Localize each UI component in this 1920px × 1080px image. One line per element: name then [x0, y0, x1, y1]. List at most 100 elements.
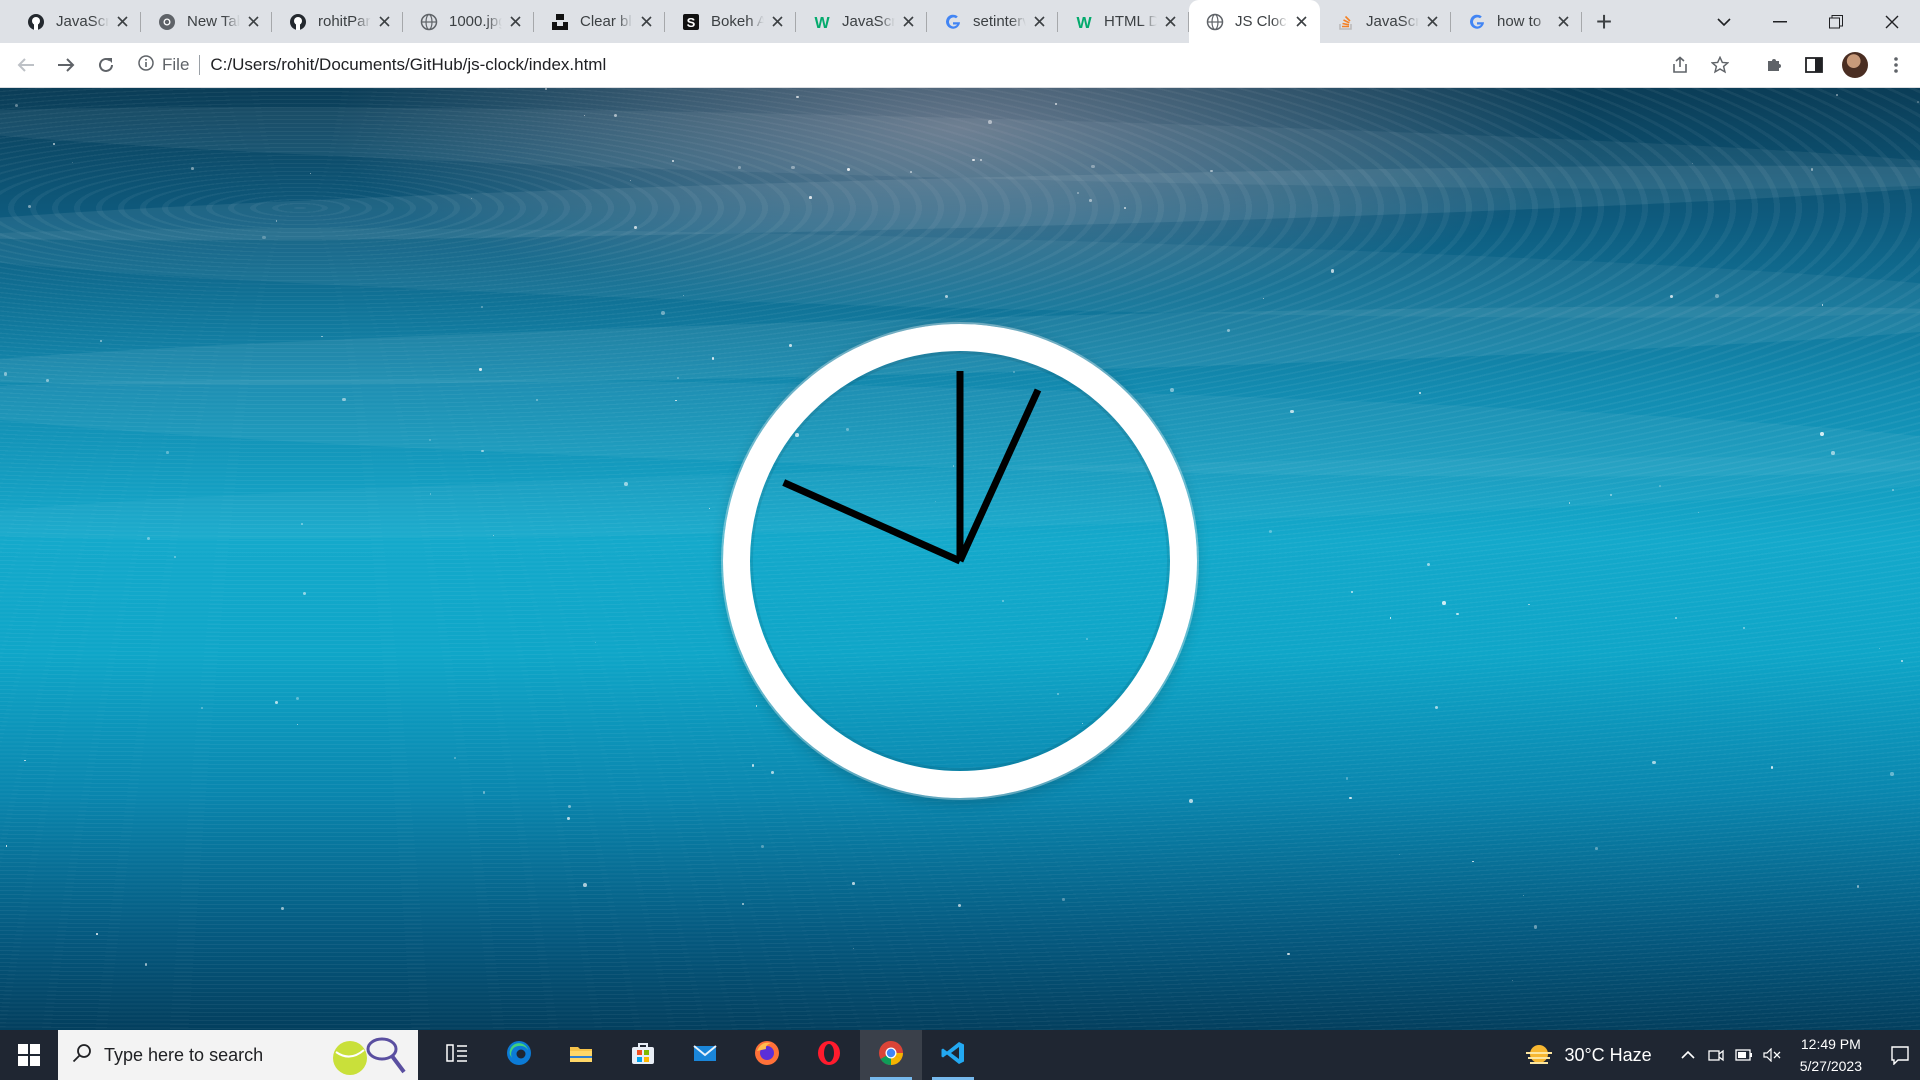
tab-separator [1581, 12, 1582, 32]
bubble [165, 451, 169, 454]
svg-text:W: W [1076, 15, 1092, 31]
bubble [1389, 617, 1392, 619]
bubble [479, 368, 482, 371]
taskbar-app-task-view[interactable] [426, 1030, 488, 1080]
tab-close-icon[interactable] [1161, 13, 1179, 31]
firefox-icon [753, 1039, 781, 1072]
star-icon [1711, 56, 1729, 74]
clock-date[interactable]: 12:49 PM 5/27/2023 [1800, 1033, 1862, 1077]
taskbar-app-edge[interactable] [488, 1030, 550, 1080]
menu-button[interactable] [1876, 45, 1916, 85]
browser-tab[interactable]: how to [1451, 0, 1582, 43]
browser-tab[interactable]: New Tab [141, 0, 272, 43]
info-icon[interactable] [138, 54, 154, 76]
w3schools-icon: W [1074, 12, 1094, 32]
browser-tab[interactable]: JavaScript [10, 0, 141, 43]
bubble [1456, 612, 1459, 615]
taskbar-app-chrome[interactable] [860, 1030, 922, 1080]
volume-button[interactable] [1758, 1048, 1786, 1062]
bubble [1528, 603, 1530, 606]
tab-close-icon[interactable] [899, 13, 917, 31]
bubble [144, 963, 148, 966]
browser-tab[interactable]: S Bokeh Alternative [665, 0, 796, 43]
tab-close-icon[interactable] [244, 13, 262, 31]
bubble [482, 791, 485, 794]
bubble [1351, 590, 1354, 593]
side-panel-button[interactable] [1794, 45, 1834, 85]
browser-tab[interactable]: JavaScript [1320, 0, 1451, 43]
url-text[interactable]: C:/Users/rohit/Documents/GitHub/js-clock… [210, 55, 606, 75]
share-icon [1673, 56, 1687, 73]
tab-close-icon[interactable] [637, 13, 655, 31]
address-bar[interactable]: File C:/Users/rohit/Documents/GitHub/js-… [132, 48, 1740, 82]
start-button[interactable] [0, 1030, 58, 1080]
taskbar-app-microsoft-store[interactable] [612, 1030, 674, 1080]
minimize-button[interactable] [1752, 0, 1808, 43]
notifications-button[interactable] [1880, 1045, 1920, 1065]
tab-title: HTML DOM [1104, 13, 1157, 30]
browser-tab[interactable]: 1000.jpg [403, 0, 534, 43]
tab-close-icon[interactable] [1030, 13, 1048, 31]
bookmark-button[interactable] [1700, 45, 1740, 85]
bubble [1088, 199, 1092, 203]
browser-tab[interactable]: JS Clock [1189, 0, 1320, 43]
meet-now-button[interactable] [1702, 1047, 1730, 1063]
tab-close-icon[interactable] [1554, 13, 1572, 31]
tab-close-icon[interactable] [113, 13, 131, 31]
weather-widget[interactable]: 30°C Haze [1524, 1044, 1652, 1066]
browser-tab[interactable]: rohitParakh [272, 0, 403, 43]
browser-tab[interactable]: Clear blue [534, 0, 665, 43]
restore-button[interactable] [1808, 0, 1864, 43]
bubble [634, 226, 637, 229]
battery-button[interactable] [1730, 1049, 1758, 1061]
taskbar-app-firefox[interactable] [736, 1030, 798, 1080]
tab-title: Bokeh Alternative [711, 13, 764, 30]
bubble [1609, 493, 1613, 496]
forward-button[interactable] [46, 45, 86, 85]
bubble [544, 88, 548, 91]
w3schools-icon: W [812, 12, 832, 32]
bubble [28, 204, 32, 209]
browser-tab[interactable]: setinterval [927, 0, 1058, 43]
reload-button[interactable] [86, 45, 126, 85]
bubble [5, 845, 8, 847]
unsplash-icon [550, 12, 570, 32]
close-window-button[interactable] [1864, 0, 1920, 43]
bubble [761, 844, 764, 848]
show-hidden-icons-button[interactable] [1674, 1050, 1702, 1060]
tab-close-icon[interactable] [1423, 13, 1441, 31]
minimize-icon [1773, 20, 1787, 22]
bubble [630, 179, 632, 182]
tab-close-icon[interactable] [1292, 13, 1310, 31]
bubble [1188, 799, 1193, 803]
taskbar-date: 5/27/2023 [1799, 1058, 1862, 1074]
bubble [582, 882, 587, 887]
extensions-button[interactable] [1754, 45, 1794, 85]
tab-close-icon[interactable] [768, 13, 786, 31]
new-tab-button[interactable]: + [1584, 0, 1624, 43]
share-button[interactable] [1660, 45, 1700, 85]
weather-text: 30°C Haze [1564, 1044, 1652, 1065]
bubble [972, 158, 975, 162]
bubble [481, 449, 484, 453]
taskbar-app-file-explorer[interactable] [550, 1030, 612, 1080]
chrome-icon [877, 1039, 905, 1072]
bubble [661, 311, 666, 315]
tab-search-button[interactable] [1696, 0, 1752, 43]
taskbar-app-mail[interactable] [674, 1030, 736, 1080]
taskbar-search-box[interactable]: Type here to search [58, 1030, 418, 1080]
bubble [567, 816, 570, 820]
taskbar-app-vscode[interactable] [922, 1030, 984, 1080]
tennis-doodle-icon [333, 1037, 406, 1075]
avatar[interactable] [1842, 52, 1868, 78]
bubble [481, 306, 484, 309]
tab-close-icon[interactable] [375, 13, 393, 31]
taskbar-app-opera[interactable] [798, 1030, 860, 1080]
tab-strip: JavaScript New Tab rohitParakh 1000.jpg Clea… [0, 0, 1920, 43]
browser-tab[interactable]: W HTML DOM [1058, 0, 1189, 43]
globe-icon [1205, 12, 1225, 32]
back-button[interactable] [6, 45, 46, 85]
browser-tab[interactable]: W JavaScript [796, 0, 927, 43]
tab-close-icon[interactable] [506, 13, 524, 31]
bubble [1330, 269, 1334, 273]
